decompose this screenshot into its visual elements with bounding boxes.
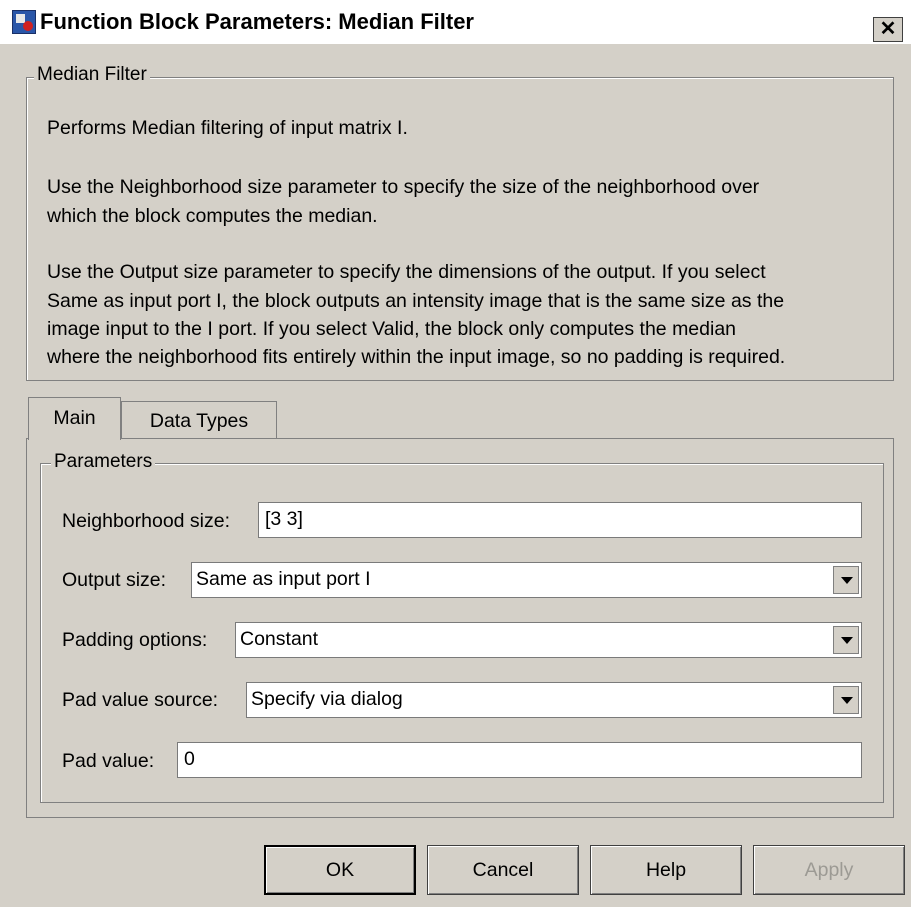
parameters-group-title: Parameters: [51, 451, 156, 473]
padding-options-select[interactable]: Constant: [235, 622, 862, 658]
title-bar: Function Block Parameters: Median Filter…: [0, 0, 911, 44]
description-line: where the neighborhood fits entirely wit…: [47, 346, 786, 368]
window-title: Function Block Parameters: Median Filter: [40, 9, 474, 34]
output-size-select[interactable]: Same as input port I: [191, 562, 862, 598]
chevron-down-icon[interactable]: [833, 566, 859, 594]
neighborhood-size-label: Neighborhood size:: [62, 510, 231, 532]
pad-value-label: Pad value:: [62, 750, 155, 772]
chevron-down-icon[interactable]: [833, 686, 859, 714]
close-button[interactable]: ✕: [873, 17, 903, 42]
description-line: Use the Neighborhood size parameter to s…: [47, 176, 760, 198]
neighborhood-size-input[interactable]: [3 3]: [258, 502, 862, 538]
description-line: Use the Output size parameter to specify…: [47, 261, 766, 283]
description-line: Performs Median filtering of input matri…: [47, 117, 408, 139]
ok-button[interactable]: OK: [264, 845, 416, 895]
pad-value-input[interactable]: 0: [177, 742, 862, 778]
chevron-down-icon[interactable]: [833, 626, 859, 654]
simulink-block-icon: [12, 10, 36, 34]
help-button[interactable]: Help: [590, 845, 742, 895]
tab-data-types[interactable]: Data Types: [121, 401, 277, 439]
apply-button: Apply: [753, 845, 905, 895]
cancel-button[interactable]: Cancel: [427, 845, 579, 895]
padding-options-label: Padding options:: [62, 629, 208, 651]
pad-value-source-label: Pad value source:: [62, 689, 219, 711]
description-line: which the block computes the median.: [47, 205, 378, 227]
pad-value-source-select[interactable]: Specify via dialog: [246, 682, 862, 718]
tab-main-label: Main: [53, 407, 96, 429]
description-line: Same as input port I, the block outputs …: [47, 290, 785, 312]
description-line: image input to the I port. If you select…: [47, 318, 737, 340]
output-size-label: Output size:: [62, 569, 167, 591]
pad-value-source-value: Specify via dialog: [251, 688, 403, 710]
tab-data-types-label: Data Types: [149, 410, 249, 432]
output-size-value: Same as input port I: [196, 568, 371, 590]
tab-main[interactable]: Main: [28, 397, 121, 440]
description-group-title: Median Filter: [34, 64, 150, 86]
padding-options-value: Constant: [240, 628, 319, 650]
